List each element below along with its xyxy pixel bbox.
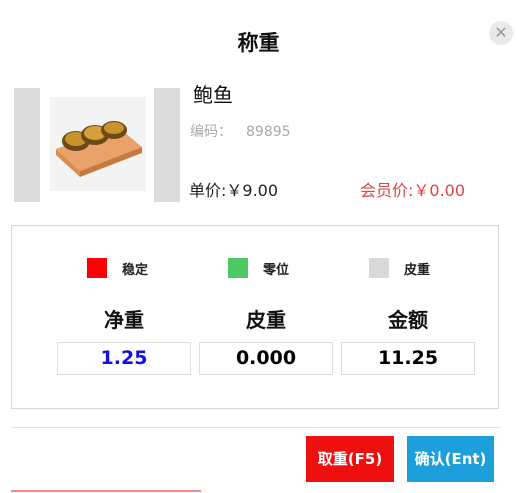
member-price: 会员价:￥0.00 xyxy=(360,181,466,200)
product-image xyxy=(50,97,146,191)
tare-indicator xyxy=(369,258,389,278)
image-prev-bar[interactable] xyxy=(14,88,40,202)
net-weight-heading: 净重 xyxy=(104,308,144,332)
amount-heading: 金额 xyxy=(388,308,428,332)
stable-indicator xyxy=(87,258,107,278)
confirm-button[interactable]: 确认(Ent) xyxy=(407,436,494,482)
tare-value: 0.000 xyxy=(199,342,333,375)
legend-tare-label: 皮重 xyxy=(404,262,431,278)
unit-price: 单价:￥9.00 xyxy=(189,181,279,200)
bottom-accent-line xyxy=(11,490,201,492)
product-name: 鲍鱼 xyxy=(193,83,233,107)
amount-value: 11.25 xyxy=(341,342,475,375)
reweigh-button[interactable]: 取重(F5) xyxy=(306,436,394,482)
zero-indicator xyxy=(228,258,248,278)
tare-heading: 皮重 xyxy=(246,308,286,332)
legend-stable: 稳定 xyxy=(87,258,148,278)
net-weight-value: 1.25 xyxy=(57,342,191,375)
dialog-title: 称重 xyxy=(237,31,280,55)
legend-stable-label: 稳定 xyxy=(122,262,149,278)
legend-tare: 皮重 xyxy=(369,258,430,278)
legend-zero: 零位 xyxy=(228,258,289,278)
image-next-bar[interactable] xyxy=(154,88,180,202)
footer-divider xyxy=(11,427,501,428)
product-code-value: 89895 xyxy=(246,124,291,140)
legend-zero-label: 零位 xyxy=(263,262,290,278)
product-code-label: 编码： xyxy=(190,124,232,140)
product-code: 编码： 89895 xyxy=(190,121,291,141)
close-icon[interactable]: ✕ xyxy=(489,21,513,45)
